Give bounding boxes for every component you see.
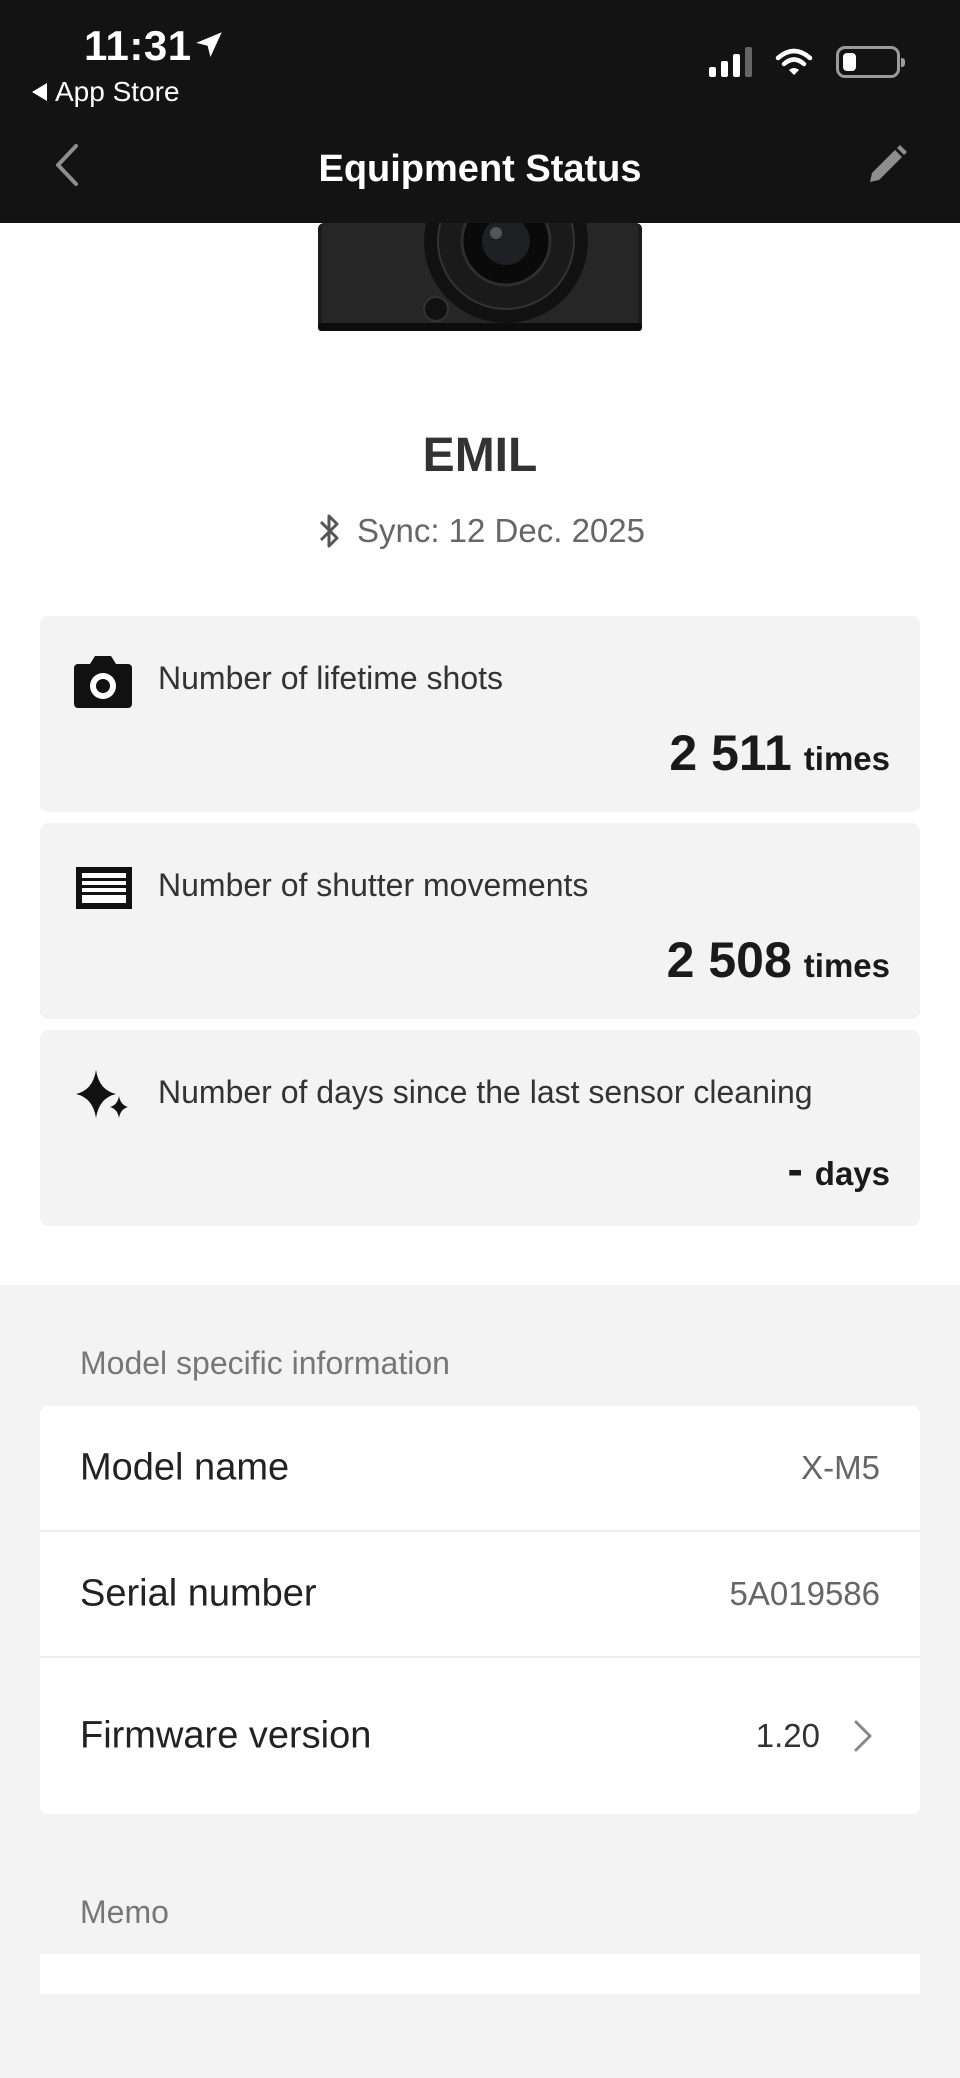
signal-icon bbox=[709, 47, 752, 77]
back-to-app-store[interactable]: App Store bbox=[32, 76, 180, 108]
info-value: X-M5 bbox=[801, 1449, 880, 1486]
wifi-icon bbox=[775, 48, 813, 75]
info-value: 1.20 bbox=[755, 1717, 820, 1754]
location-arrow-icon bbox=[196, 32, 222, 58]
info-row-serial-number: Serial number 5A019586 bbox=[40, 1532, 920, 1658]
chevron-right-icon bbox=[854, 1720, 872, 1752]
stat-card-sensor-cleaning: Number of days since the last sensor cle… bbox=[40, 1030, 920, 1226]
info-row-firmware-version[interactable]: Firmware version 1.20 bbox=[40, 1658, 920, 1814]
device-name: EMIL bbox=[422, 429, 538, 482]
info-key: Firmware version bbox=[80, 1714, 372, 1757]
stat-value-row: - days bbox=[787, 1142, 890, 1196]
memo-field[interactable] bbox=[40, 1954, 920, 1994]
info-row-model-name: Model name X-M5 bbox=[40, 1406, 920, 1532]
model-info-header: Model specific information bbox=[80, 1345, 450, 1381]
back-app-label: App Store bbox=[55, 76, 180, 107]
camera-image bbox=[318, 223, 642, 331]
sync-text: Sync: 12 Dec. 2025 bbox=[356, 512, 645, 549]
stat-card-lifetime-shots: Number of lifetime shots 2 511 times bbox=[40, 616, 920, 812]
model-info-list: Model name X-M5 Serial number 5A019586 F… bbox=[40, 1406, 920, 1814]
device-summary: EMIL Sync: 12 Dec. 2025 Number of lifeti… bbox=[0, 223, 960, 1285]
memo-header: Memo bbox=[80, 1894, 169, 1930]
page-title: Equipment Status bbox=[318, 148, 642, 190]
stat-value-row: 2 508 times bbox=[667, 931, 890, 989]
info-key: Serial number bbox=[80, 1572, 317, 1615]
stat-unit: days bbox=[814, 1155, 890, 1192]
camera-icon bbox=[74, 656, 132, 708]
sync-status: Sync: 12 Dec. 2025 bbox=[0, 511, 960, 551]
stat-unit: times bbox=[803, 947, 890, 984]
status-icons bbox=[709, 46, 905, 78]
info-key: Model name bbox=[80, 1446, 290, 1489]
back-triangle-icon bbox=[32, 83, 47, 101]
status-time: 11:31 bbox=[84, 22, 192, 69]
stat-value: 2 508 bbox=[666, 932, 792, 988]
info-value: 5A019586 bbox=[729, 1575, 880, 1612]
top-bar: 11:31 App Store Equipment Status bbox=[0, 0, 960, 223]
stat-label: Number of shutter movements bbox=[158, 867, 589, 903]
shutter-icon bbox=[76, 867, 132, 909]
sparkle-icon bbox=[76, 1070, 128, 1118]
edit-pencil-icon[interactable] bbox=[864, 142, 910, 188]
stat-label: Number of lifetime shots bbox=[158, 660, 504, 696]
stat-value: - bbox=[787, 1143, 803, 1195]
stat-label: Number of days since the last sensor cle… bbox=[158, 1074, 813, 1110]
stat-unit: times bbox=[803, 740, 890, 777]
stat-value: 2 511 bbox=[669, 725, 792, 781]
stat-value-row: 2 511 times bbox=[669, 724, 890, 782]
battery-icon bbox=[836, 46, 905, 78]
stat-card-shutter-movements: Number of shutter movements 2 508 times bbox=[40, 823, 920, 1019]
bluetooth-icon bbox=[319, 514, 339, 548]
